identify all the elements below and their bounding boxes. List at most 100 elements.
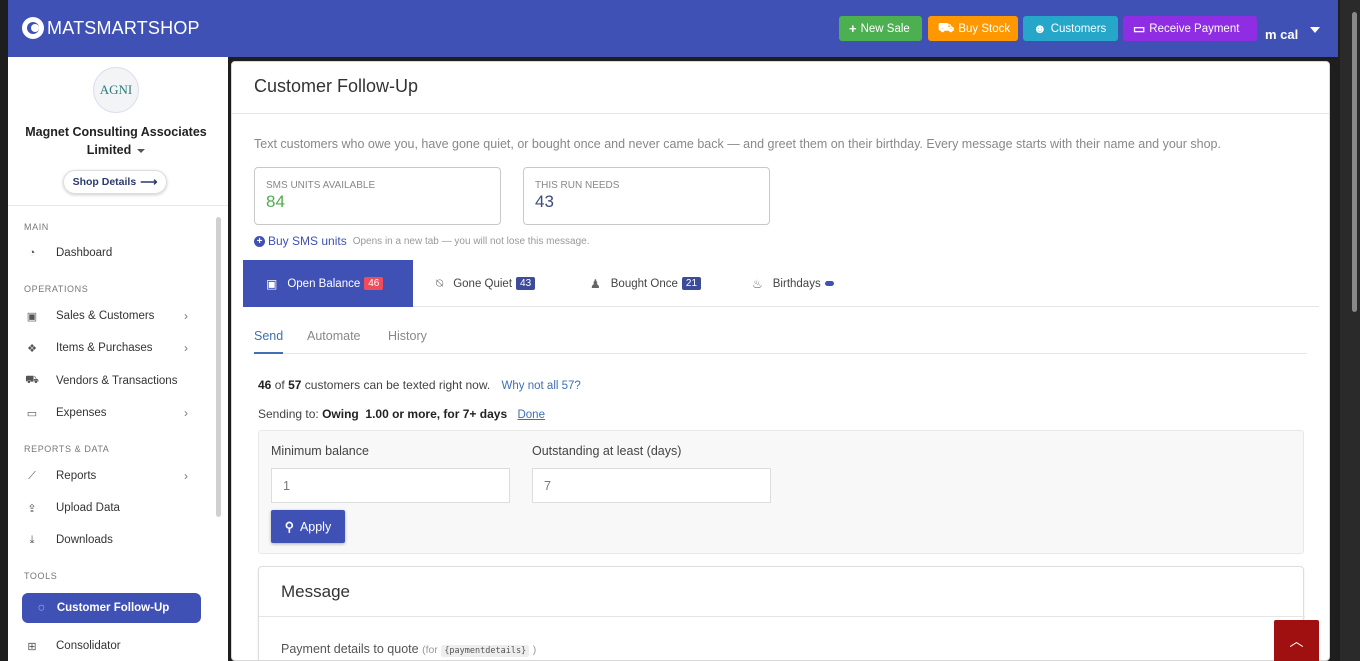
plus-icon: + (849, 21, 857, 36)
sms-units-value: 84 (266, 192, 285, 211)
brand-name: MATSMARTSHOP (47, 17, 200, 38)
apply-label: Apply (299, 519, 332, 534)
page-scrollbar[interactable] (1352, 12, 1357, 312)
customers-button[interactable]: ☻ Customers (1023, 16, 1118, 41)
org-name: Magnet Consulting Associates Limited (25, 125, 207, 157)
credit-card-icon: ▭ (26, 407, 38, 420)
segment-tabs: ▣ Open Balance 46 ⍉ Gone Quiet 43 ♟ Boug… (243, 260, 1319, 307)
sidebar-item-label: Consolidator (56, 640, 121, 652)
count-badge: 43 (516, 277, 536, 290)
arrow-right-icon: ⟶ (140, 175, 158, 189)
tab-bought-once[interactable]: ♟ Bought Once 21 (590, 260, 702, 307)
receive-payment-button[interactable]: ▭ Receive Payment (1123, 16, 1257, 41)
buy-stock-label: Buy Stock (958, 22, 1011, 35)
buy-sms-link-row: + Buy SMS units Opens in a new tab — you… (254, 234, 590, 248)
filter-panel: Minimum balance 1 Outstanding at least (… (258, 430, 1304, 554)
tab-label: Bought Once (610, 277, 678, 290)
for-text: (for (422, 644, 438, 656)
divider (259, 616, 1305, 617)
message-card: Message Payment details to quote (for {p… (258, 566, 1305, 660)
shop-details-label: Shop Details (72, 176, 137, 188)
chevron-right-icon: › (184, 406, 188, 420)
count-badge (824, 281, 834, 286)
sidebar-item-upload[interactable]: ⇪ Upload Data (24, 497, 188, 519)
caret-down-icon (137, 148, 146, 153)
customers-label: Customers (1050, 22, 1107, 35)
chevron-right-icon: › (184, 341, 188, 355)
boxes-icon: ❖ (27, 342, 37, 355)
sidebar-item-label: Sales & Customers (56, 310, 155, 322)
sidebar-item-expenses[interactable]: ▭ Expenses › (24, 402, 188, 424)
sms-units-label: SMS UNITS AVAILABLE (266, 180, 376, 191)
textable-count: 46 (258, 378, 272, 392)
buy-sms-link[interactable]: Buy SMS units (268, 234, 347, 248)
payment-details-text: Payment details to quote (281, 642, 419, 656)
new-sale-label: New Sale (860, 22, 910, 35)
truck-icon: ⛟ (25, 374, 39, 386)
done-link[interactable]: Done (517, 409, 545, 421)
sidebar-item-label: Expenses (56, 407, 107, 419)
sidebar-item-label: Dashboard (56, 247, 113, 259)
top-bar: MATSMARTSHOP + New Sale ⛟ Buy Stock ☻ Cu… (8, 0, 1338, 57)
sidebar-item-items-purchases[interactable]: ❖ Items & Purchases › (24, 337, 188, 359)
org-switcher[interactable]: Magnet Consulting Associates Limited (8, 123, 224, 159)
section-tools: TOOLS (24, 571, 58, 581)
buy-stock-button[interactable]: ⛟ Buy Stock (928, 16, 1018, 41)
sidebar-item-downloads[interactable]: ⤓ Downloads (24, 529, 188, 551)
sidebar-item-dashboard[interactable]: ◔ Dashboard (24, 242, 188, 264)
buy-sms-note: Opens in a new tab — you will not lose t… (352, 235, 590, 247)
section-reports: REPORTS & DATA (24, 444, 110, 454)
tab-gone-quiet[interactable]: ⍉ Gone Quiet 43 (436, 260, 536, 307)
scroll-to-top-button[interactable]: ︿ (1274, 620, 1319, 661)
sending-to-criteria: Owing 1.00 or more, for 7+ days (322, 407, 508, 421)
total-count: 57 (288, 378, 302, 392)
divider (232, 113, 1329, 114)
receive-payment-label: Receive Payment (1149, 22, 1240, 35)
tab-open-balance[interactable]: ▣ Open Balance 46 (243, 260, 413, 307)
run-needs-box: THIS RUN NEEDS 43 (523, 167, 770, 225)
sidebar-item-reports[interactable]: ⟋ Reports › (24, 465, 188, 487)
sidebar-item-label: Customer Follow-Up (56, 602, 170, 614)
brand-logo[interactable]: MATSMARTSHOP (22, 15, 200, 41)
caret-down-icon[interactable] (1310, 27, 1320, 33)
bell-slash-icon: ⍉ (436, 276, 444, 290)
tab-history[interactable]: History (388, 329, 427, 343)
birthday-cake-icon: ♨ (752, 276, 763, 291)
shop-details-button[interactable]: Shop Details ⟶ (63, 170, 167, 194)
user-menu[interactable]: m cal (1265, 27, 1298, 42)
days-input[interactable]: 7 (532, 468, 771, 503)
sending-to-line: Sending to: Owing 1.00 or more, for 7+ d… (258, 407, 545, 421)
sms-units-available-box: SMS UNITS AVAILABLE 84 (254, 167, 501, 225)
dashboard-icon: ◔ (28, 247, 36, 259)
of-word: of (274, 378, 285, 392)
tab-automate[interactable]: Automate (307, 329, 361, 343)
sidebar-item-label: Vendors & Transactions (56, 375, 178, 387)
sidebar-item-vendors[interactable]: ⛟ Vendors & Transactions (24, 370, 188, 392)
plus-circle-icon: + (254, 235, 265, 247)
chart-line-icon: ⟋ (28, 469, 36, 482)
page-scrollbar-track (1340, 0, 1360, 661)
search-icon: ⚲ (284, 520, 294, 534)
count-text: customers can be texted right now. (304, 378, 491, 392)
shopping-bag-icon: ▣ (26, 310, 38, 323)
sidebar-item-customer-followup[interactable]: ◌ Customer Follow-Up (22, 593, 201, 623)
tab-birthdays[interactable]: ♨ Birthdays (752, 260, 834, 307)
why-not-all-link[interactable]: Why not all 57? (502, 380, 581, 392)
intro-text: Text customers who owe you, have gone qu… (254, 137, 1221, 151)
sidebar-item-label: Upload Data (56, 502, 120, 514)
upload-icon: ⇪ (27, 502, 37, 515)
sidebar: AGNI Magnet Consulting Associates Limite… (8, 57, 228, 661)
new-sale-button[interactable]: + New Sale (839, 16, 922, 41)
run-needs-label: THIS RUN NEEDS (535, 180, 620, 191)
min-balance-input[interactable]: 1 (271, 468, 510, 503)
sidebar-item-consolidator[interactable]: ⊞ Consolidator (24, 635, 188, 657)
sidebar-item-sales-customers[interactable]: ▣ Sales & Customers › (24, 305, 188, 327)
apply-button[interactable]: ⚲ Apply (271, 510, 345, 543)
comment-icon: ◌ (38, 602, 45, 614)
sidebar-scrollbar[interactable] (216, 217, 221, 517)
tab-send[interactable]: Send (254, 329, 284, 354)
download-icon: ⤓ (29, 533, 35, 546)
tab-label: Open Balance (287, 277, 361, 290)
sidebar-item-label: Items & Purchases (56, 342, 153, 354)
sending-to-prefix: Sending to: (258, 407, 319, 421)
